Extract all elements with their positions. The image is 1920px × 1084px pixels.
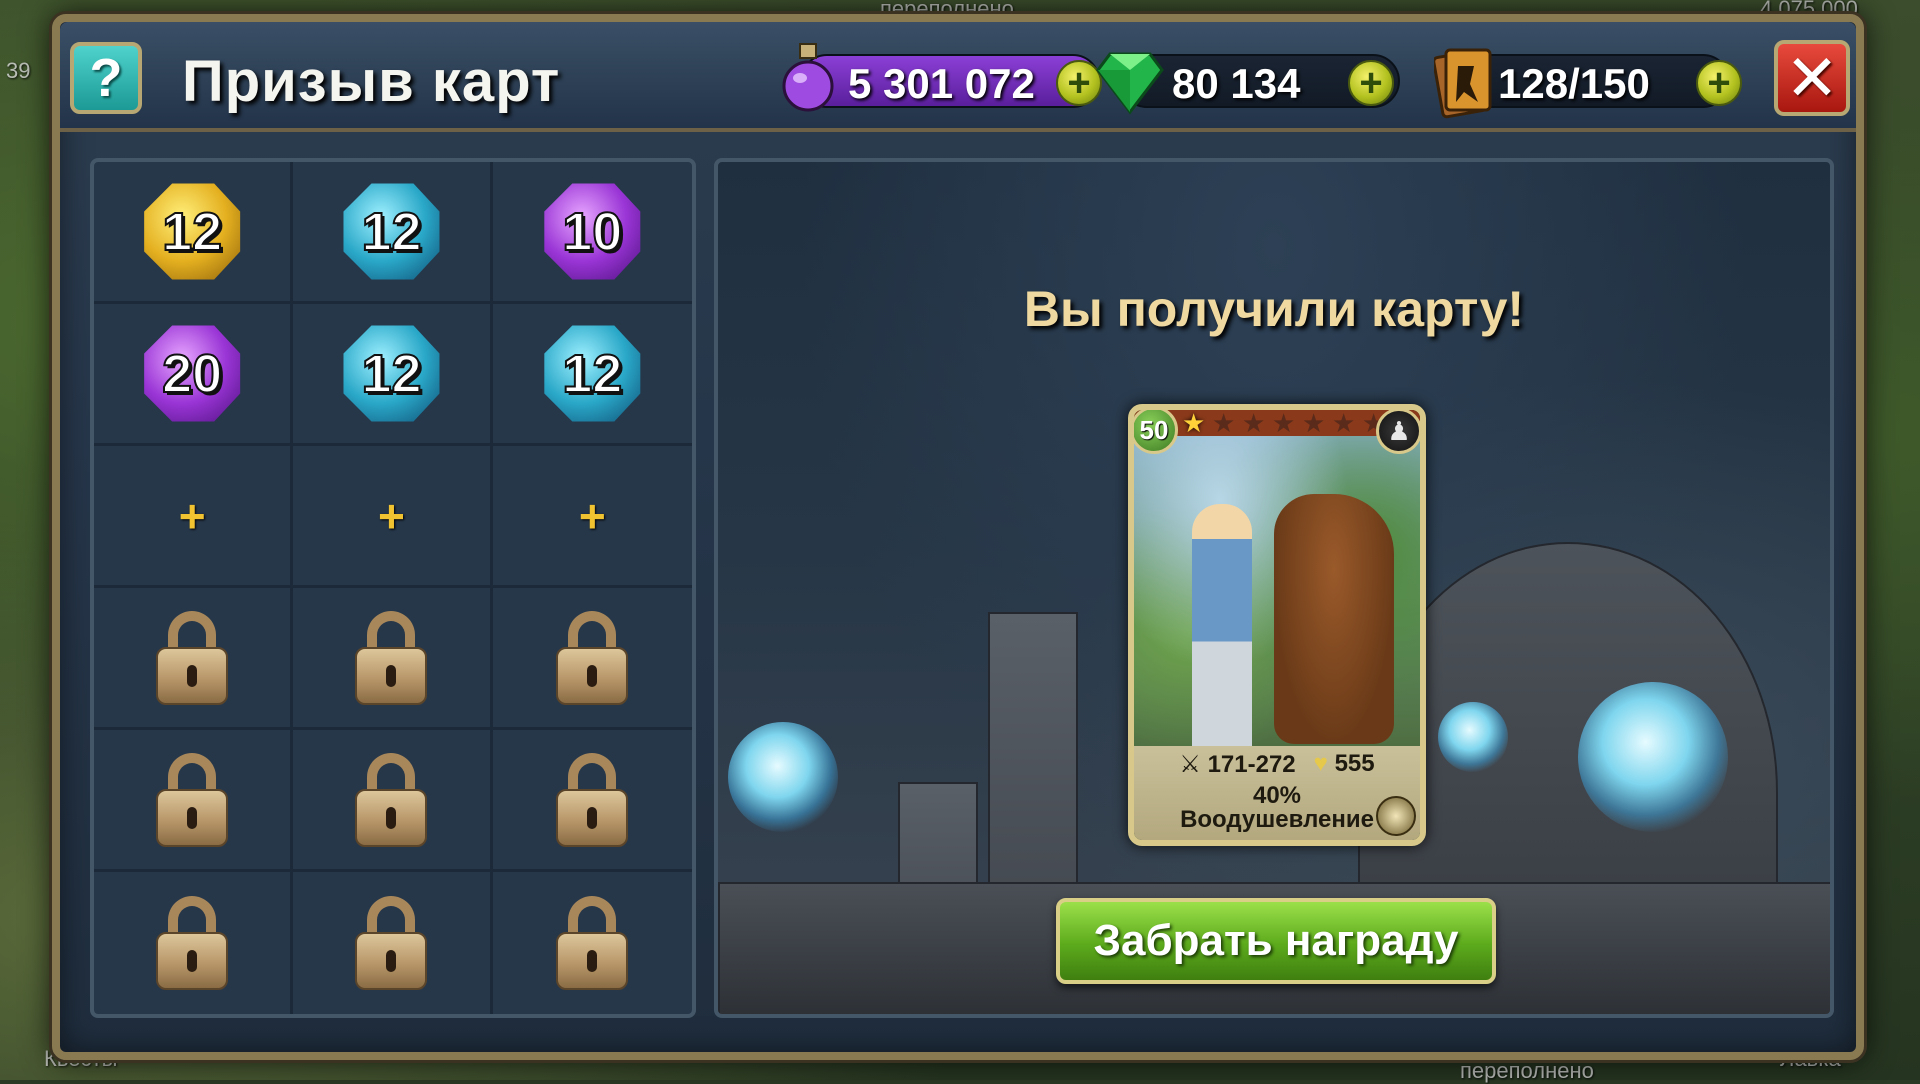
locked-slot-cell	[293, 872, 492, 1014]
claim-reward-button[interactable]: Забрать награду	[1056, 898, 1496, 984]
reward-heading: Вы получили карту!	[718, 280, 1830, 338]
gold-summon-orb: 12	[142, 182, 242, 282]
background-level-text: 39	[6, 58, 30, 84]
emerald-icon	[1096, 48, 1164, 116]
slot-cell[interactable]: 12	[293, 304, 492, 446]
dialog-header: ? Призыв карт 5 301 072 + 80 134 +	[60, 22, 1856, 132]
padlock-icon	[556, 611, 628, 705]
hero-portrait	[1134, 434, 1420, 764]
attack-value: 171-272	[1208, 751, 1296, 778]
star-empty-icon: ★	[1242, 410, 1265, 436]
star-empty-icon: ★	[1332, 410, 1355, 436]
padlock-icon	[355, 753, 427, 847]
crystal-orb	[728, 722, 838, 832]
add-slot-plus-icon: +	[579, 489, 606, 543]
card-stats-panel: ⚔ 171-272 ♥ 555 40% Воодушевление	[1134, 746, 1420, 840]
crystal-orb	[1578, 682, 1728, 832]
card-level-badge: 50	[1130, 406, 1178, 454]
slot-cell[interactable]: 12	[293, 162, 492, 304]
slot-cell[interactable]: 12	[94, 162, 293, 304]
star-filled-icon: ★	[1182, 410, 1205, 436]
star-empty-icon: ★	[1272, 410, 1295, 436]
potion-amount: 5 301 072	[848, 60, 1035, 108]
locked-slot-cell	[493, 872, 692, 1014]
locked-slot-cell	[94, 588, 293, 730]
hero-card[interactable]: ★ ★ ★ ★ ★ ★ ★ 50 ♟ ⚔ 171-272 ♥ 555 40% В…	[1128, 404, 1426, 846]
padlock-icon	[156, 896, 228, 990]
locked-slot-cell	[493, 730, 692, 872]
slot-cell[interactable]: 12	[493, 304, 692, 446]
blue-summon-orb: 12	[341, 324, 441, 424]
padlock-icon	[156, 753, 228, 847]
heart-icon: ♥	[1314, 750, 1328, 777]
add-slot-plus-icon: +	[378, 489, 405, 543]
potion-currency: 5 301 072 +	[800, 54, 1100, 108]
horse-figure	[1274, 494, 1394, 744]
empty-slot-cell[interactable]: +	[94, 446, 293, 588]
emerald-amount: 80 134	[1172, 60, 1300, 108]
locked-slot-cell	[94, 872, 293, 1014]
stat-attack: ⚔ 171-272	[1179, 750, 1295, 779]
potion-icon	[780, 42, 836, 114]
crystal-orb	[1438, 702, 1508, 772]
padlock-icon	[556, 753, 628, 847]
star-empty-icon: ★	[1212, 410, 1235, 436]
purple-summon-orb: 20	[142, 324, 242, 424]
heroine-figure	[1192, 504, 1252, 754]
health-value: 555	[1335, 750, 1375, 777]
locked-slot-cell	[94, 730, 293, 872]
star-empty-icon: ★	[1302, 410, 1325, 436]
card-count: 128/150	[1498, 60, 1650, 108]
locked-slot-cell	[493, 588, 692, 730]
empty-slot-cell[interactable]: +	[293, 446, 492, 588]
hero-silhouette-icon: ♟	[1376, 408, 1422, 454]
question-mark-icon: ?	[90, 47, 123, 109]
purple-summon-orb: 10	[542, 182, 642, 282]
card-capacity: 128/150 +	[1450, 54, 1730, 108]
padlock-icon	[355, 896, 427, 990]
locked-slot-cell	[293, 730, 492, 872]
locked-slot-cell	[293, 588, 492, 730]
emerald-currency: 80 134 +	[1120, 54, 1400, 108]
padlock-icon	[556, 896, 628, 990]
dialog-title: Призыв карт	[182, 48, 560, 115]
empty-slot-cell[interactable]: +	[493, 446, 692, 588]
add-slot-plus-icon: +	[179, 489, 206, 543]
skill-emblem-icon	[1376, 796, 1416, 836]
summon-slots-panel: 12 12 10 20 12 12 + + +	[90, 158, 696, 1018]
summon-slots-grid: 12 12 10 20 12 12 + + +	[94, 162, 692, 1014]
crossed-swords-icon: ⚔	[1179, 751, 1201, 778]
slot-cell[interactable]: 20	[94, 304, 293, 446]
padlock-icon	[156, 611, 228, 705]
padlock-icon	[355, 611, 427, 705]
close-x-icon: ✕	[1785, 41, 1839, 116]
add-emerald-button[interactable]: +	[1348, 60, 1394, 106]
blue-summon-orb: 12	[542, 324, 642, 424]
add-card-capacity-button[interactable]: +	[1696, 60, 1742, 106]
close-button[interactable]: ✕	[1774, 40, 1850, 116]
card-deck-icon	[1434, 44, 1494, 120]
slot-cell[interactable]: 10	[493, 162, 692, 304]
background-status-text-bottom: переполнено	[1460, 1058, 1594, 1084]
help-button[interactable]: ?	[70, 42, 142, 114]
blue-summon-orb: 12	[341, 182, 441, 282]
card-summon-dialog: ? Призыв карт 5 301 072 + 80 134 +	[52, 14, 1864, 1060]
stat-health: ♥ 555	[1314, 750, 1375, 779]
